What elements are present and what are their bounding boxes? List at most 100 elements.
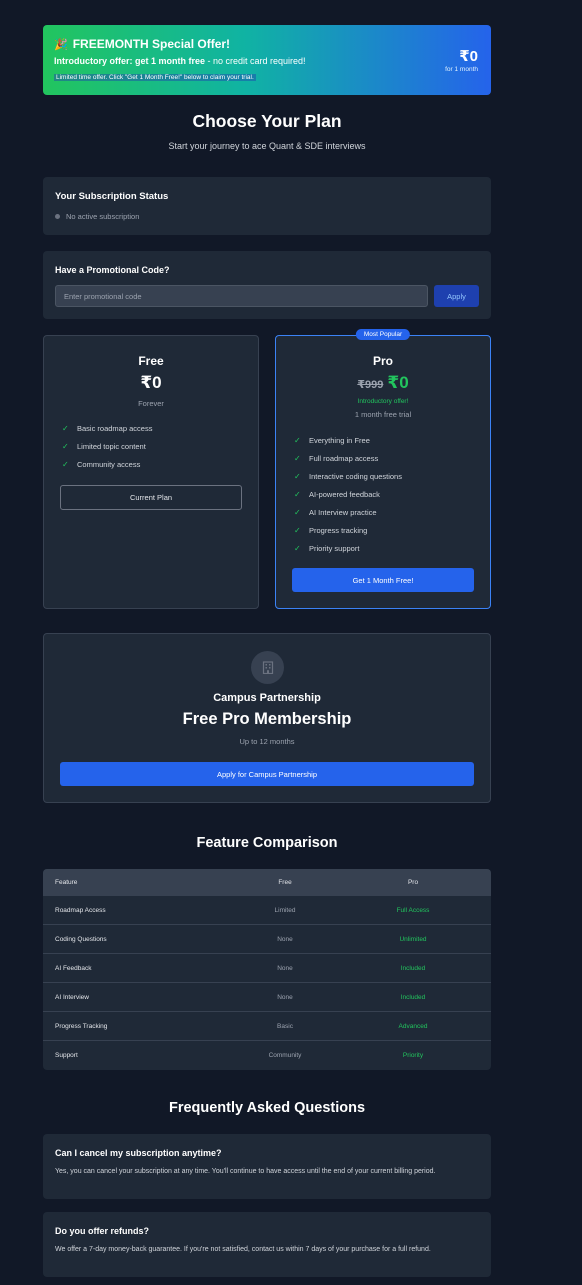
cell-feature: AI Feedback bbox=[55, 964, 92, 972]
intro-offer-note: Introductory offer! bbox=[357, 398, 409, 405]
get-free-month-button[interactable]: Get 1 Month Free! bbox=[292, 568, 474, 592]
cell-pro: Advanced bbox=[398, 1022, 428, 1030]
check-icon: ✓ bbox=[62, 423, 69, 433]
header-pro: Pro bbox=[407, 878, 419, 886]
building-icon bbox=[251, 651, 284, 684]
cell-pro: Full Access bbox=[396, 906, 430, 914]
feature-item: ✓ Community access bbox=[62, 455, 152, 473]
feature-list-pro: ✓ Everything in Free ✓ Full roadmap access… bbox=[294, 431, 402, 557]
confetti-icon: 🎉 bbox=[54, 38, 68, 51]
feature-label: AI Interview practice bbox=[309, 507, 377, 517]
feature-label: Limited topic content bbox=[77, 441, 146, 451]
status-dot-icon bbox=[55, 214, 60, 219]
cell-free: Limited bbox=[274, 906, 296, 914]
check-icon: ✓ bbox=[294, 453, 301, 463]
comparison-table: Feature Free Pro Roadmap Access Limited … bbox=[43, 869, 491, 1070]
plan-name-free: Free bbox=[138, 354, 164, 368]
comparison-title: Feature Comparison bbox=[196, 835, 338, 851]
promo-note: Limited time offer. Click "Get 1 Month F… bbox=[54, 74, 256, 81]
feature-item: ✓ Limited topic content bbox=[62, 437, 152, 455]
cell-feature: Progress Tracking bbox=[55, 1022, 108, 1030]
cell-free: None bbox=[277, 993, 293, 1001]
feature-label: Interactive coding questions bbox=[309, 471, 402, 481]
cell-pro: Unlimited bbox=[399, 935, 427, 943]
check-icon: ✓ bbox=[294, 543, 301, 553]
faq-answer: We offer a 7-day money-back guarantee. I… bbox=[55, 1246, 431, 1253]
promo-subtitle: Introductory offer: get 1 month free - n… bbox=[54, 56, 479, 66]
apply-campus-button[interactable]: Apply for Campus Partnership bbox=[60, 762, 474, 786]
feature-label: Priority support bbox=[309, 543, 360, 553]
feature-list-free: ✓ Basic roadmap access ✓ Limited topic con… bbox=[62, 419, 152, 473]
check-icon: ✓ bbox=[294, 471, 301, 481]
promo-title-row: 🎉 FREEMONTH Special Offer! bbox=[54, 37, 479, 51]
feature-item: ✓ Basic roadmap access bbox=[62, 419, 152, 437]
check-icon: ✓ bbox=[62, 459, 69, 469]
page-title: Choose Your Plan bbox=[192, 111, 342, 131]
feature-item: ✓ Interactive coding questions bbox=[294, 467, 402, 485]
promo-subtitle-rest: - no credit card required! bbox=[205, 56, 306, 66]
promo-price-period: for 1 month bbox=[445, 66, 478, 73]
feature-item: ✓ Progress tracking bbox=[294, 521, 402, 539]
cell-free: None bbox=[277, 935, 293, 943]
feature-label: AI-powered feedback bbox=[309, 489, 380, 499]
cell-pro: Included bbox=[400, 993, 426, 1001]
promo-code-card: Have a Promotional Code? Apply bbox=[43, 251, 491, 319]
subscription-status-line: No active subscription bbox=[55, 212, 139, 221]
plan-price-pro-row: ₹999 ₹0 bbox=[276, 373, 490, 393]
check-icon: ✓ bbox=[62, 441, 69, 451]
subscription-status-card: Your Subscription Status No active subsc… bbox=[43, 177, 491, 235]
feature-label: Basic roadmap access bbox=[77, 423, 153, 433]
plan-name-pro: Pro bbox=[372, 354, 393, 368]
header-free: Free bbox=[278, 878, 292, 886]
table-row: Progress Tracking Basic Advanced bbox=[43, 1012, 491, 1041]
check-icon: ✓ bbox=[294, 507, 301, 517]
most-popular-badge: Most Popular bbox=[355, 329, 411, 340]
cell-free: None bbox=[277, 964, 293, 972]
plan-card-free: Free ₹0 Forever ✓ Basic roadmap access ✓ L… bbox=[43, 335, 259, 609]
faq-answer: Yes, you can cancel your subscription at… bbox=[55, 1168, 436, 1175]
plan-old-price-pro: ₹999 bbox=[357, 379, 384, 391]
faq-item: Do you offer refunds? We offer a 7-day m… bbox=[43, 1212, 491, 1277]
plan-period-free: Forever bbox=[138, 399, 164, 408]
table-row: AI Interview None Included bbox=[43, 983, 491, 1012]
cell-pro: Included bbox=[400, 964, 426, 972]
promo-code-input[interactable] bbox=[55, 285, 428, 307]
promo-title: FREEMONTH Special Offer! bbox=[72, 37, 231, 51]
promo-code-title: Have a Promotional Code? bbox=[55, 265, 170, 275]
current-plan-button[interactable]: Current Plan bbox=[60, 485, 242, 510]
feature-item: ✓ Full roadmap access bbox=[294, 449, 402, 467]
plan-price-pro: ₹0 bbox=[387, 373, 409, 392]
trial-note: 1 month free trial bbox=[354, 410, 412, 419]
promo-price: ₹0 bbox=[459, 48, 478, 65]
faq-title: Frequently Asked Questions bbox=[168, 1100, 366, 1116]
campus-note: Up to 12 months bbox=[239, 737, 295, 746]
table-row: Support Community Priority bbox=[43, 1041, 491, 1070]
campus-partnership-card: Campus Partnership Free Pro Membership U… bbox=[43, 633, 491, 803]
feature-label: Full roadmap access bbox=[309, 453, 379, 463]
table-row: Roadmap Access Limited Full Access bbox=[43, 896, 491, 925]
cell-free: Community bbox=[268, 1052, 302, 1059]
cell-feature: Coding Questions bbox=[55, 935, 107, 943]
header-feature: Feature bbox=[55, 878, 78, 886]
campus-subtitle: Campus Partnership bbox=[213, 692, 321, 704]
faq-item: Can I cancel my subscription anytime? Ye… bbox=[43, 1134, 491, 1199]
table-row: AI Feedback None Included bbox=[43, 954, 491, 983]
cell-free: Basic bbox=[277, 1022, 293, 1030]
faq-question: Do you offer refunds? bbox=[55, 1226, 149, 1236]
cell-feature: Support bbox=[55, 1052, 78, 1059]
faq-question: Can I cancel my subscription anytime? bbox=[55, 1148, 222, 1158]
feature-item: ✓ AI-powered feedback bbox=[294, 485, 402, 503]
plan-card-pro: Most Popular Pro ₹999 ₹0 Introductory of… bbox=[275, 329, 491, 609]
subscription-status-title: Your Subscription Status bbox=[55, 191, 169, 202]
table-header: Feature Free Pro bbox=[43, 869, 491, 896]
page-subtitle: Start your journey to ace Quant & SDE in… bbox=[168, 141, 366, 151]
feature-item: ✓ AI Interview practice bbox=[294, 503, 402, 521]
promo-banner: 🎉 FREEMONTH Special Offer! Introductory … bbox=[43, 25, 491, 95]
campus-title: Free Pro Membership bbox=[182, 710, 352, 728]
check-icon: ✓ bbox=[294, 489, 301, 499]
table-row: Coding Questions None Unlimited bbox=[43, 925, 491, 954]
feature-item: ✓ Priority support bbox=[294, 539, 402, 557]
apply-button[interactable]: Apply bbox=[434, 285, 479, 307]
promo-subtitle-bold: Introductory offer: get 1 month free bbox=[54, 56, 206, 66]
cell-pro: Priority bbox=[402, 1052, 424, 1059]
